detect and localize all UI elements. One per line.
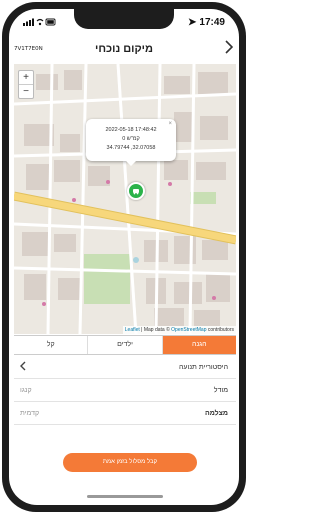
- history-label: היסטוריית תנועה: [179, 364, 228, 371]
- leaflet-link[interactable]: Leaflet: [125, 327, 140, 333]
- zoom-in-button[interactable]: +: [19, 71, 33, 84]
- attribution-separator: | Map data ©: [139, 327, 172, 333]
- popup-timestamp: 2022-05-18 17:48:42: [105, 127, 157, 133]
- map-tiles: [14, 64, 236, 334]
- map-attribution: Leaflet | Map data © OpenStreetMap contr…: [122, 326, 236, 334]
- popup-coordinates: 34.79744 ,32.07058: [106, 145, 156, 151]
- camera-value: קדמית: [20, 410, 40, 417]
- home-indicator: [87, 495, 163, 498]
- app-screen: ➤ 17:49 7V1T7E0N מיקום נוכחי + − × 2022-…: [9, 9, 239, 505]
- zoom-out-button[interactable]: −: [19, 84, 33, 98]
- status-right: ➤ 17:49: [188, 17, 225, 28]
- status-time: 17:49: [199, 17, 225, 28]
- notch: [74, 9, 174, 29]
- phone-frame: ➤ 17:49 7V1T7E0N מיקום נוכחי + − × 2022-…: [2, 2, 246, 512]
- camera-label: מצלמה: [204, 410, 228, 417]
- status-icons: [23, 18, 57, 29]
- attribution-tail: contributors: [206, 327, 234, 333]
- page-title: מיקום נוכחי: [95, 43, 153, 55]
- chevron-right-icon: [225, 40, 234, 54]
- history-row[interactable]: היסטוריית תנועה: [14, 357, 236, 379]
- tab-protection[interactable]: הגנה: [161, 336, 236, 354]
- model-label: מודל: [213, 387, 228, 394]
- map-view[interactable]: + − × 2022-05-18 17:48:42 0 קמ"ש 34.7974…: [14, 64, 236, 334]
- chevron-left-icon: [20, 360, 26, 374]
- realtime-route-button[interactable]: קבל מסלול בזמן אמת: [63, 453, 197, 472]
- location-popup: × 2022-05-18 17:48:42 0 קמ"ש 34.79744 ,3…: [86, 119, 176, 166]
- popup-speed: 0 קמ"ש: [122, 136, 140, 142]
- zoom-control: + −: [18, 70, 34, 99]
- app-header: 7V1T7E0N מיקום נוכחי: [9, 37, 239, 63]
- location-arrow-icon: ➤: [188, 17, 197, 28]
- tab-kids[interactable]: ילדים: [87, 336, 161, 354]
- mode-tabs: קל ילדים הגנה: [14, 335, 236, 355]
- camera-row: קדמית מצלמה: [14, 403, 236, 425]
- model-row: קנגו מודל: [14, 380, 236, 402]
- osm-link[interactable]: OpenStreetMap: [171, 327, 206, 333]
- popup-close-button[interactable]: ×: [168, 121, 172, 127]
- tab-easy[interactable]: קל: [14, 336, 87, 354]
- signal-wifi-battery-icon: [23, 18, 56, 26]
- popup-tip: [126, 161, 136, 166]
- car-marker-icon[interactable]: [127, 182, 145, 200]
- model-value: קנגו: [20, 387, 32, 394]
- back-button[interactable]: [225, 40, 234, 59]
